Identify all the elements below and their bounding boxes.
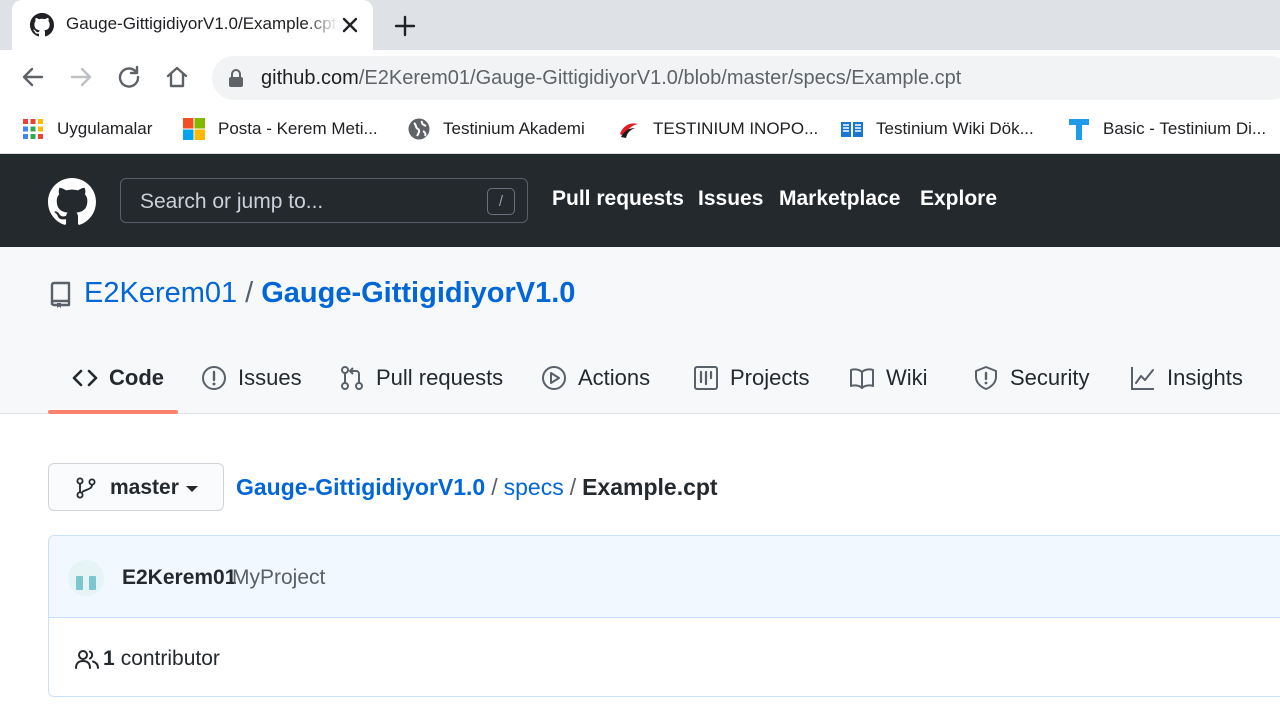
address-bar[interactable]: github.com/E2Kerem01/Gauge-GittigidiyorV… [212, 56, 1280, 100]
globe-icon [408, 118, 430, 140]
tab-label: Wiki [886, 365, 928, 390]
chevron-down-icon [186, 486, 198, 492]
testinium-t-icon [1069, 119, 1089, 140]
tab-wiki[interactable]: Wiki [849, 363, 928, 393]
github-favicon-icon [30, 13, 54, 37]
tab-label: Security [1010, 365, 1090, 390]
github-header: Search or jump to... / Pull requests Iss… [0, 154, 1280, 247]
breadcrumb-separator: / [491, 474, 498, 500]
search-shortcut-key: / [487, 188, 515, 215]
commit-message-link[interactable]: MyProject [232, 566, 325, 590]
issue-icon [202, 366, 226, 390]
breadcrumb-dir-link[interactable]: specs [504, 474, 564, 500]
microsoft-logo-icon [183, 118, 205, 140]
tab-actions[interactable]: Actions [541, 363, 650, 393]
branch-selector-button[interactable]: master [48, 463, 224, 511]
repo-title: E2Kerem01/Gauge-GittigidiyorV1.0 [84, 277, 575, 310]
tab-insights[interactable]: Insights [1130, 363, 1243, 393]
bookmark-label: Testinium Wiki Dök... [876, 119, 1034, 138]
bookmarks-bar: Uygulamalar Posta - Kerem Meti... Testin… [0, 104, 1280, 154]
close-tab-icon[interactable] [338, 13, 362, 37]
bookmark-label: TESTINIUM INOPO... [653, 119, 819, 138]
people-icon [75, 650, 99, 669]
lock-icon[interactable] [228, 69, 244, 87]
tab-label: Insights [1167, 365, 1243, 390]
graph-icon [1131, 367, 1154, 390]
repo-owner-link[interactable]: E2Kerem01 [84, 277, 237, 309]
repo-name-link[interactable]: Gauge-GittigidiyorV1.0 [261, 277, 575, 309]
nav-issues[interactable]: Issues [698, 187, 763, 211]
repo-header: E2Kerem01/Gauge-GittigidiyorV1.0 Code Is… [0, 247, 1280, 414]
browser-tab-strip: Gauge-GittigidiyorV1.0/Example.cpt at ma… [0, 0, 1280, 50]
breadcrumb: Gauge-GittigidiyorV1.0/specs / Example.cpt [236, 474, 718, 501]
apps-grid-icon [23, 119, 43, 139]
bookmark-label: Testinium Akademi [443, 119, 585, 138]
search-placeholder: Search or jump to... [140, 190, 324, 213]
tab-label: Code [109, 365, 164, 390]
contributor-label: contributor [120, 647, 220, 670]
contributor-count: 1 [103, 647, 115, 670]
breadcrumb-file-name: Example.cpt [582, 474, 718, 500]
bookmark-posta[interactable]: Posta - Kerem Meti... [182, 114, 378, 144]
back-arrow-icon[interactable] [20, 64, 46, 90]
tab-title: Gauge-GittigidiyorV1.0/Example.cpt at ma… [66, 14, 338, 33]
bookmark-apps[interactable]: Uygulamalar [21, 114, 152, 144]
active-tab-underline [48, 410, 178, 414]
book-icon [850, 368, 874, 389]
play-icon [542, 366, 566, 390]
tab-security[interactable]: Security [973, 363, 1089, 393]
github-logo-icon[interactable] [48, 178, 96, 226]
bookmark-testinium-inopo[interactable]: TESTINIUM INOPO... [617, 114, 818, 144]
url-path: /E2Kerem01/Gauge-GittigidiyorV1.0/blob/m… [358, 67, 962, 89]
bookmark-testinium-akademi[interactable]: Testinium Akademi [407, 114, 585, 144]
browser-toolbar: github.com/E2Kerem01/Gauge-GittigidiyorV… [0, 50, 1280, 104]
code-icon [72, 369, 98, 387]
nav-pull-requests[interactable]: Pull requests [552, 187, 684, 211]
avatar[interactable] [68, 560, 104, 596]
bookmark-label: Basic - Testinium Di... [1103, 119, 1267, 138]
search-input[interactable]: Search or jump to... / [120, 178, 528, 223]
latest-commit-box: E2Kerem01 MyProject 1 contributor [48, 535, 1280, 697]
inopo-logo-icon [620, 123, 638, 138]
project-icon [694, 366, 718, 390]
bookmark-testinium-wiki[interactable]: Testinium Wiki Dök... [840, 114, 1034, 144]
nav-marketplace[interactable]: Marketplace [779, 187, 900, 211]
tab-label: Actions [578, 365, 651, 390]
new-tab-icon[interactable] [392, 13, 418, 39]
forward-arrow-icon[interactable] [68, 64, 94, 90]
shield-icon [975, 366, 997, 390]
reload-icon[interactable] [116, 64, 142, 90]
tab-projects[interactable]: Projects [693, 363, 809, 393]
nav-explore[interactable]: Explore [920, 187, 997, 211]
wiki-book-icon [841, 122, 863, 137]
tab-pull-requests[interactable]: Pull requests [339, 363, 503, 393]
branch-icon [76, 477, 96, 499]
tab-label: Pull requests [376, 365, 504, 390]
tab-issues[interactable]: Issues [201, 363, 302, 393]
browser-tab[interactable]: Gauge-GittigidiyorV1.0/Example.cpt at ma… [12, 0, 373, 50]
repo-icon [50, 281, 71, 308]
bookmark-label: Uygulamalar [57, 119, 153, 138]
breadcrumb-separator: / [569, 474, 577, 500]
commit-summary: E2Kerem01 MyProject [49, 536, 1280, 618]
tab-label: Projects [730, 365, 810, 390]
breadcrumb-repo-link[interactable]: Gauge-GittigidiyorV1.0 [236, 474, 485, 500]
contributors-link[interactable]: 1 contributor [75, 647, 220, 671]
tab-label: Issues [238, 365, 302, 390]
pull-request-icon [341, 366, 363, 390]
url-host: github.com [261, 67, 359, 89]
commit-author-link[interactable]: E2Kerem01 [122, 566, 236, 590]
bookmark-basic-testinium[interactable]: Basic - Testinium Di... [1067, 114, 1266, 144]
tab-code[interactable]: Code [72, 363, 164, 393]
branch-name: master [110, 476, 179, 499]
home-icon[interactable] [164, 64, 190, 90]
address-url[interactable]: github.com/E2Kerem01/Gauge-GittigidiyorV… [261, 67, 961, 90]
repo-title-separator: / [245, 277, 254, 309]
bookmark-label: Posta - Kerem Meti... [218, 119, 378, 138]
